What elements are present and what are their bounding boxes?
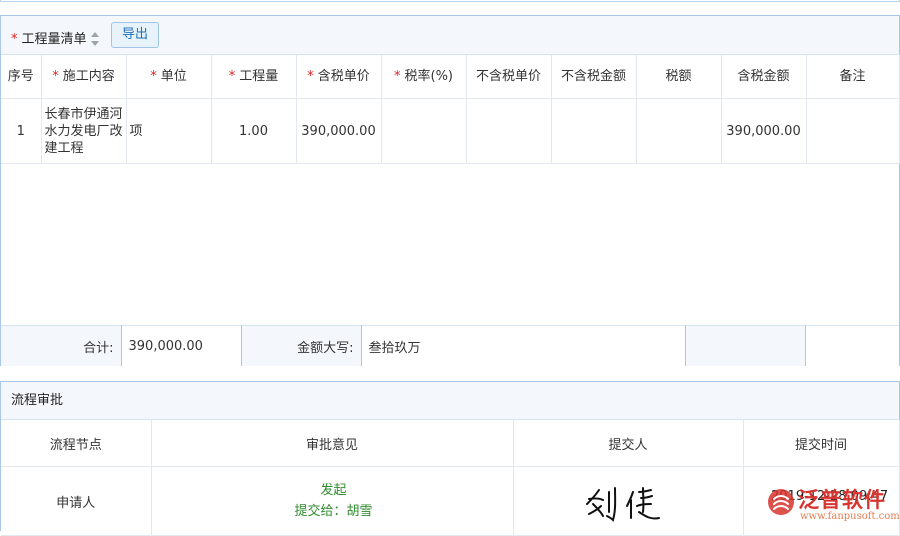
bill-section: * 工程量清单 导出 序号 * 施工内容 * 单位 * 工程量 * 含税单价 * 税率(%)… xyxy=(0,15,900,366)
col-amount: 含税金额 xyxy=(721,54,807,99)
cell-no: 1 xyxy=(1,98,42,164)
watermark-name: 泛普软件 xyxy=(798,488,886,512)
cell-content[interactable]: 长春市伊通河水力发电厂改建工程 xyxy=(41,98,127,164)
amount-upper-label: 金额大写: xyxy=(241,325,362,366)
cell-ex-amount xyxy=(551,98,637,164)
watermark: 泛普软件 www.fanpusoft.com xyxy=(760,484,900,531)
amount-upper-value: 叁拾玖万 xyxy=(361,325,686,366)
total-label: 合计: xyxy=(1,325,122,366)
approval-header-row: 流程节点 审批意见 提交人 提交时间 xyxy=(1,420,900,467)
total-empty-cell-2 xyxy=(805,325,900,366)
cell-tax xyxy=(636,98,722,164)
col-tax: 税额 xyxy=(636,54,722,99)
col-unit: * 单位 xyxy=(126,54,212,99)
opinion-text: 发起 xyxy=(320,483,347,498)
cell-amount: 390,000.00 xyxy=(721,98,807,164)
submitter-signature xyxy=(586,487,660,522)
top-border xyxy=(0,0,900,2)
cell-unit-price[interactable]: 390,000.00 xyxy=(296,98,382,164)
col-ex-price: 不含税单价 xyxy=(466,54,552,99)
cell-qty[interactable]: 1.00 xyxy=(211,98,297,164)
col-node: 流程节点 xyxy=(1,420,152,467)
cell-tax-rate[interactable] xyxy=(381,98,467,164)
col-opinion: 审批意见 xyxy=(151,420,514,467)
cell-remark[interactable] xyxy=(806,98,900,164)
col-no: 序号 xyxy=(1,54,42,99)
total-row: 合计: 390,000.00 金额大写: 叁拾玖万 xyxy=(1,325,900,366)
bill-header-row: 序号 * 施工内容 * 单位 * 工程量 * 含税单价 * 税率(%) 不含税单价 不含税… xyxy=(1,54,900,99)
col-time: 提交时间 xyxy=(743,420,900,467)
required-mark: * xyxy=(11,32,18,47)
watermark-url: www.fanpusoft.com xyxy=(800,511,900,522)
approval-title: 流程审批 xyxy=(1,382,899,420)
total-empty-cell xyxy=(685,325,806,366)
sort-icon[interactable] xyxy=(90,31,100,47)
cell-unit[interactable]: 项 xyxy=(126,98,212,164)
col-submitter: 提交人 xyxy=(513,420,744,467)
export-button[interactable]: 导出 xyxy=(111,22,160,48)
col-qty: * 工程量 xyxy=(211,54,297,99)
cell-node: 申请人 xyxy=(1,466,152,536)
cell-opinion: 发起 提交给：胡雪 xyxy=(151,466,514,536)
total-value: 390,000.00 xyxy=(121,325,242,366)
table-row[interactable]: 1 长春市伊通河水力发电厂改建工程 项 1.00 390,000.00 390,… xyxy=(1,98,900,164)
bill-title[interactable]: * 工程量清单 xyxy=(11,28,100,48)
forward-text: 提交给：胡雪 xyxy=(294,504,373,519)
fanpu-logo-icon xyxy=(768,489,794,515)
col-unit-price: * 含税单价 xyxy=(296,54,382,99)
bill-table: 序号 * 施工内容 * 单位 * 工程量 * 含税单价 * 税率(%) 不含税单价 不含税… xyxy=(1,54,900,164)
col-content: * 施工内容 xyxy=(41,54,127,99)
col-tax-rate: * 税率(%) xyxy=(381,54,467,99)
col-remark: 备注 xyxy=(806,54,900,99)
cell-ex-price xyxy=(466,98,552,164)
bill-header: * 工程量清单 导出 xyxy=(1,16,899,55)
col-ex-amount: 不含税金额 xyxy=(551,54,637,99)
